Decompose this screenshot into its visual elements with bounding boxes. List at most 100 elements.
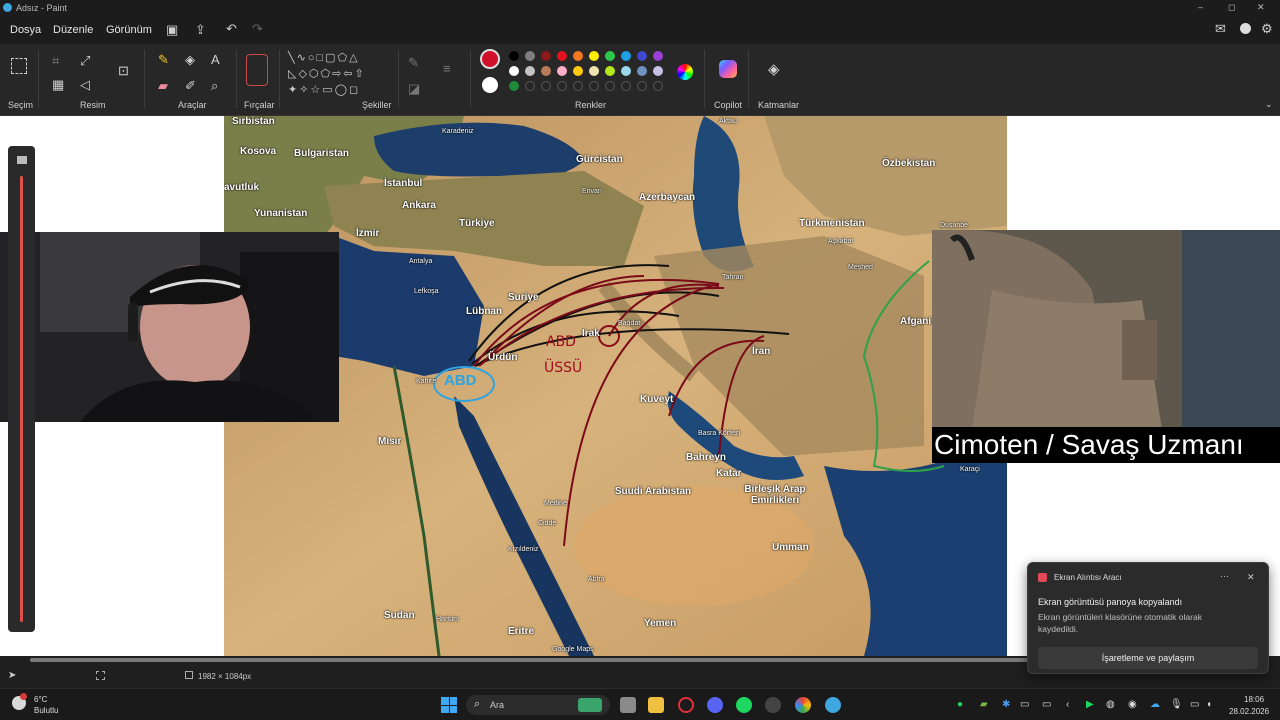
layers-icon[interactable]: ◈ xyxy=(768,62,780,77)
start-icon[interactable] xyxy=(441,697,457,713)
scrollbar-thumb[interactable] xyxy=(30,658,1070,662)
settings-icon[interactable]: ⚙ xyxy=(1261,22,1273,35)
tray-cloud-icon[interactable]: ☁ xyxy=(1150,699,1160,710)
color-swatch[interactable] xyxy=(557,51,567,61)
snipping-tool-notification[interactable]: Ekran Alıntısı Aracı ··· ✕ Ekran görüntü… xyxy=(1027,562,1269,674)
fill-icon[interactable]: ◈ xyxy=(185,53,195,66)
task-view-icon[interactable] xyxy=(620,697,636,713)
pencil-icon[interactable]: ✎ xyxy=(158,53,169,66)
tray-discord-icon[interactable]: ◍ xyxy=(1106,699,1115,710)
undo-icon[interactable]: ↶ xyxy=(226,22,237,35)
color-swatch[interactable] xyxy=(589,81,599,91)
color-swatch[interactable] xyxy=(541,66,551,76)
image-tools-icon[interactable]: ⊡ xyxy=(118,64,129,77)
color-swatch[interactable] xyxy=(525,81,535,91)
color-swatch[interactable] xyxy=(525,51,535,61)
menu-file[interactable]: Dosya xyxy=(10,24,41,36)
color-swatch[interactable] xyxy=(637,81,647,91)
color-swatch[interactable] xyxy=(509,81,519,91)
menu-edit[interactable]: Düzenle xyxy=(53,24,93,36)
select-all-icon[interactable]: ▦ xyxy=(52,78,64,91)
minimize-button[interactable]: – xyxy=(1198,2,1203,12)
text-icon[interactable]: A xyxy=(211,53,220,66)
save-icon[interactable]: ▣ xyxy=(166,23,178,36)
notification-more-button[interactable]: ··· xyxy=(1220,571,1229,581)
brush-icon[interactable] xyxy=(246,54,268,86)
maximize-button[interactable]: ◻ xyxy=(1228,2,1235,13)
tray-nvidia-icon[interactable]: ▰ xyxy=(980,699,988,710)
search-box[interactable]: ⌕ Ara xyxy=(466,695,610,715)
color-swatch[interactable] xyxy=(573,81,583,91)
color-swatch[interactable] xyxy=(605,66,615,76)
close-button[interactable]: ✕ xyxy=(1257,2,1265,13)
clock-date[interactable]: 28.02.2026 xyxy=(1229,707,1269,716)
tray-play-icon[interactable]: ▶ xyxy=(1086,699,1094,710)
color-swatch[interactable] xyxy=(573,51,583,61)
color-swatch[interactable] xyxy=(605,51,615,61)
rotate-icon[interactable]: ◁ xyxy=(80,78,90,91)
crop-icon[interactable]: ⌗ xyxy=(52,54,59,67)
tray-app2-icon[interactable]: ▭ xyxy=(1042,699,1051,710)
tray-spotify-icon[interactable]: ● xyxy=(957,699,963,710)
color-swatch[interactable] xyxy=(541,51,551,61)
primary-color-swatch[interactable] xyxy=(480,49,500,69)
shapes-gallery[interactable]: ╲∿○□▢⬠△ ◺◇⬡⬠⇨⇦⇧ ✦✧☆▭◯◻ xyxy=(288,50,392,98)
secondary-color-swatch[interactable] xyxy=(482,77,498,93)
notification-close-button[interactable]: ✕ xyxy=(1247,572,1255,583)
color-swatch[interactable] xyxy=(621,81,631,91)
edit-colors-icon[interactable] xyxy=(677,64,693,80)
color-swatch[interactable] xyxy=(589,51,599,61)
color-swatch[interactable] xyxy=(525,66,535,76)
tray-arrow-icon[interactable]: ‹ xyxy=(1066,699,1069,710)
outline-icon[interactable]: ✎ xyxy=(408,56,419,69)
eraser-icon[interactable]: ▰ xyxy=(158,79,168,92)
clock-time[interactable]: 18:06 xyxy=(1244,695,1264,704)
account-icon[interactable] xyxy=(1240,23,1251,34)
markup-and-share-button[interactable]: İşaretleme ve paylaşım xyxy=(1038,647,1258,669)
title-bar: Adsız - Paint – ◻ ✕ xyxy=(0,0,1280,16)
selection-icon[interactable] xyxy=(11,58,27,74)
color-swatch[interactable] xyxy=(653,81,663,91)
shape-fill-icon[interactable]: ◪ xyxy=(408,82,420,95)
color-picker-icon[interactable]: ✐ xyxy=(185,79,196,92)
color-swatch[interactable] xyxy=(621,66,631,76)
tray-volume-icon[interactable]: ◖ xyxy=(1206,699,1212,710)
chrome-icon[interactable] xyxy=(795,697,811,713)
discord-icon[interactable] xyxy=(707,697,723,713)
color-swatch[interactable] xyxy=(541,81,551,91)
paint-taskbar-icon[interactable] xyxy=(825,697,841,713)
tray-app-icon[interactable]: ▭ xyxy=(1020,699,1029,710)
obs-icon[interactable] xyxy=(765,697,781,713)
tray-mic-icon[interactable]: 🎙 xyxy=(1170,699,1183,710)
tray-steam-icon[interactable]: ◉ xyxy=(1128,699,1137,710)
spotify-icon[interactable] xyxy=(736,697,752,713)
color-swatch[interactable] xyxy=(621,51,631,61)
color-swatch[interactable] xyxy=(509,51,519,61)
color-swatch[interactable] xyxy=(509,66,519,76)
feedback-icon[interactable]: ✉ xyxy=(1215,22,1226,35)
color-swatch[interactable] xyxy=(589,66,599,76)
tray-network-icon[interactable]: ▭ xyxy=(1190,699,1199,710)
slider-track[interactable] xyxy=(20,176,23,622)
collapse-ribbon-icon[interactable]: ⌄ xyxy=(1265,100,1273,109)
share-icon[interactable]: ⇪ xyxy=(195,23,206,36)
color-swatch[interactable] xyxy=(637,51,647,61)
color-swatch[interactable] xyxy=(573,66,583,76)
color-swatch[interactable] xyxy=(653,51,663,61)
color-swatch[interactable] xyxy=(653,66,663,76)
resize-icon[interactable]: ⤢ xyxy=(80,54,90,67)
magnifier-icon[interactable]: ⌕ xyxy=(211,79,218,92)
tray-bluetooth-icon[interactable]: ✱ xyxy=(1002,699,1010,710)
redo-icon[interactable]: ↷ xyxy=(252,22,263,35)
copilot-icon[interactable] xyxy=(719,60,737,78)
brush-size-slider[interactable] xyxy=(8,146,35,632)
color-swatch[interactable] xyxy=(637,66,647,76)
map-image[interactable]: Sırbistan Kosova Bulgaristan Karadeniz Gürci… xyxy=(224,116,1007,656)
size-icon[interactable]: ≡ xyxy=(443,62,451,75)
color-swatch[interactable] xyxy=(605,81,615,91)
opera-icon[interactable] xyxy=(678,697,694,713)
color-swatch[interactable] xyxy=(557,66,567,76)
file-explorer-icon[interactable] xyxy=(648,697,664,713)
color-swatch[interactable] xyxy=(557,81,567,91)
menu-view[interactable]: Görünüm xyxy=(106,24,152,36)
